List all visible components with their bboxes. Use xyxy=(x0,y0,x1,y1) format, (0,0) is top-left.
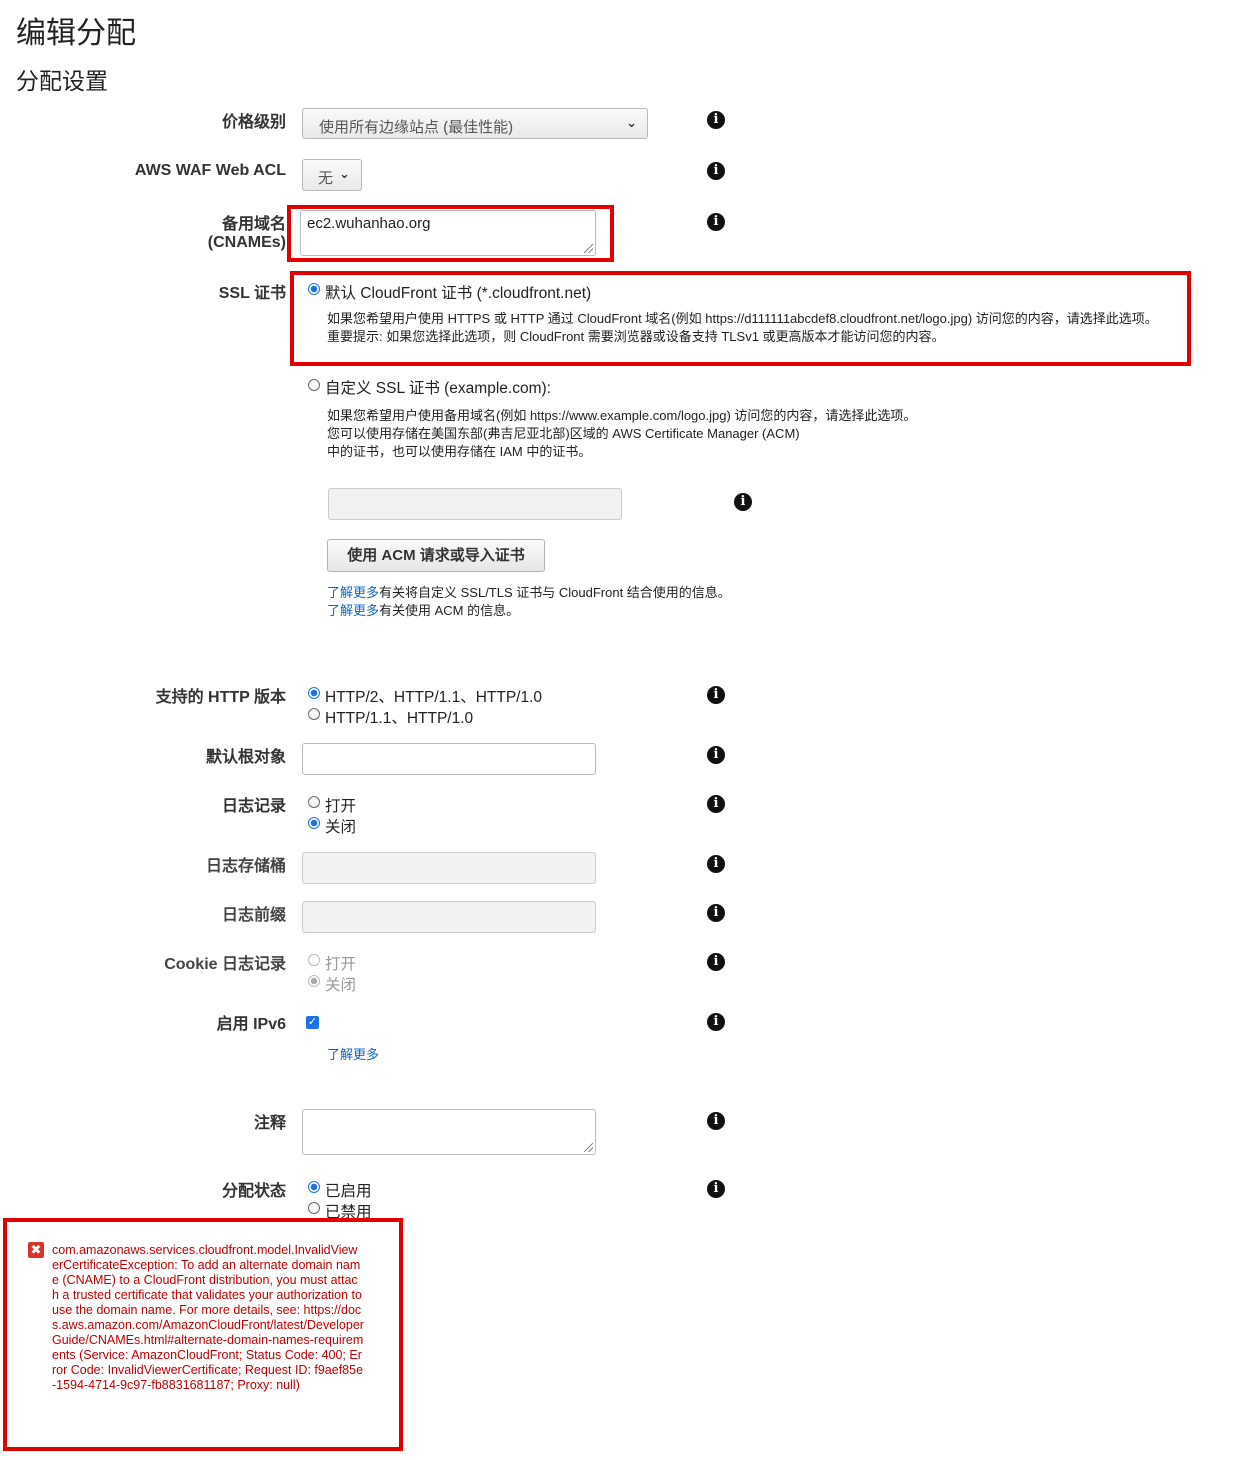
state-enabled-option[interactable]: 已启用 xyxy=(325,1179,372,1201)
info-icon[interactable]: i xyxy=(707,746,725,764)
price-class-label: 价格级别 xyxy=(221,114,286,131)
info-icon[interactable]: i xyxy=(707,795,725,813)
waf-label: AWS WAF Web ACL xyxy=(134,162,286,179)
log-bucket-input[interactable] xyxy=(302,852,596,884)
ssl-custom-desc-line3: 中的证书，也可以使用存储在 IAM 中的证书。 xyxy=(327,444,592,459)
waf-select[interactable]: 无 ⌄ xyxy=(302,159,362,191)
ssl-custom-desc-line1: 如果您希望用户使用备用域名(例如 https://www.example.com… xyxy=(327,408,917,423)
price-class-value: 使用所有边缘站点 (最佳性能) xyxy=(319,119,514,136)
section-title: 分配设置 xyxy=(16,68,108,94)
ssl-default-desc-line2: 重要提示: 如果您选择此选项，则 CloudFront 需要浏览器或设备支持 T… xyxy=(327,329,945,344)
http-version-label: 支持的 HTTP 版本 xyxy=(155,689,286,706)
info-icon[interactable]: i xyxy=(707,111,725,129)
cookie-off-option[interactable]: 关闭 xyxy=(325,973,356,995)
waf-value: 无 xyxy=(318,170,334,187)
cookie-on-radio[interactable] xyxy=(308,954,320,966)
learn-more-link[interactable]: 了解更多 xyxy=(327,603,379,618)
state-enabled-radio[interactable] xyxy=(308,1181,320,1193)
cnames-label-line1: 备用域名 xyxy=(221,216,286,233)
ipv6-label: 启用 IPv6 xyxy=(216,1016,286,1033)
log-bucket-label: 日志存储桶 xyxy=(205,858,286,875)
info-icon[interactable]: i xyxy=(707,855,725,873)
logging-off-option[interactable]: 关闭 xyxy=(325,815,356,837)
logging-off-radio[interactable] xyxy=(308,817,320,829)
ssl-default-desc-line1: 如果您希望用户使用 HTTPS 或 HTTP 通过 CloudFront 域名(… xyxy=(327,311,1158,326)
ssl-certificate-input[interactable] xyxy=(328,488,622,520)
learn-more-acm-text: 有关使用 ACM 的信息。 xyxy=(379,603,520,618)
ssl-custom-option[interactable]: 自定义 SSL 证书 (example.com): xyxy=(325,376,551,398)
logging-on-option[interactable]: 打开 xyxy=(325,794,356,816)
cookie-on-option[interactable]: 打开 xyxy=(325,952,356,974)
cookie-off-radio[interactable] xyxy=(308,975,320,987)
log-prefix-label: 日志前缀 xyxy=(221,907,286,924)
logging-on-radio[interactable] xyxy=(308,796,320,808)
info-icon[interactable]: i xyxy=(707,686,725,704)
info-icon[interactable]: i xyxy=(707,1180,725,1198)
learn-more-ssl-text: 有关将自定义 SSL/TLS 证书与 CloudFront 结合使用的信息。 xyxy=(379,585,731,600)
info-icon[interactable]: i xyxy=(734,493,752,511)
ipv6-checkbox[interactable]: ✓ xyxy=(306,1016,319,1029)
resize-grip-icon[interactable] xyxy=(584,1143,593,1152)
comment-textarea[interactable] xyxy=(302,1109,596,1155)
price-class-select[interactable]: 使用所有边缘站点 (最佳性能) ⌄ xyxy=(302,108,648,139)
error-x-icon: ✖ xyxy=(28,1242,44,1258)
ssl-custom-desc-line2: 您可以使用存储在美国东部(弗吉尼亚北部)区域的 AWS Certificate … xyxy=(327,426,800,441)
http2-option[interactable]: HTTP/2、HTTP/1.1、HTTP/1.0 xyxy=(325,685,542,707)
cnames-label-line2: (CNAMEs) xyxy=(207,234,286,251)
info-icon[interactable]: i xyxy=(707,953,725,971)
learn-more-acm-row: 了解更多有关使用 ACM 的信息。 xyxy=(327,602,519,620)
state-label: 分配状态 xyxy=(221,1183,286,1200)
default-root-input[interactable] xyxy=(302,743,596,775)
ssl-default-radio[interactable] xyxy=(308,283,320,295)
logging-label: 日志记录 xyxy=(221,798,286,815)
chevron-down-icon: ⌄ xyxy=(626,115,637,130)
ssl-custom-radio[interactable] xyxy=(308,379,320,391)
comment-label: 注释 xyxy=(253,1115,286,1132)
acm-request-button[interactable]: 使用 ACM 请求或导入证书 xyxy=(327,539,545,572)
info-icon[interactable]: i xyxy=(707,1112,725,1130)
cookie-logging-label: Cookie 日志记录 xyxy=(164,956,286,973)
default-root-label: 默认根对象 xyxy=(205,749,286,766)
learn-more-ssl-row: 了解更多有关将自定义 SSL/TLS 证书与 CloudFront 结合使用的信… xyxy=(327,584,731,602)
page-title: 编辑分配 xyxy=(16,17,136,50)
log-prefix-input[interactable] xyxy=(302,901,596,933)
chevron-down-icon: ⌄ xyxy=(339,166,350,181)
http11-radio[interactable] xyxy=(308,708,320,720)
info-icon[interactable]: i xyxy=(707,1013,725,1031)
http11-option[interactable]: HTTP/1.1、HTTP/1.0 xyxy=(325,706,473,728)
info-icon[interactable]: i xyxy=(707,904,725,922)
ipv6-learn-more-link[interactable]: 了解更多 xyxy=(327,1046,379,1064)
cnames-value: ec2.wuhanhao.org xyxy=(307,215,431,232)
ssl-default-option[interactable]: 默认 CloudFront 证书 (*.cloudfront.net) xyxy=(325,281,591,303)
error-message: com.amazonaws.services.cloudfront.model.… xyxy=(52,1243,364,1392)
cnames-textarea[interactable]: ec2.wuhanhao.org xyxy=(300,210,596,256)
resize-grip-icon[interactable] xyxy=(584,244,593,253)
learn-more-link[interactable]: 了解更多 xyxy=(327,585,379,600)
state-disabled-radio[interactable] xyxy=(308,1202,320,1214)
info-icon[interactable]: i xyxy=(707,162,725,180)
http2-radio[interactable] xyxy=(308,687,320,699)
ssl-label: SSL 证书 xyxy=(218,285,286,302)
info-icon[interactable]: i xyxy=(707,213,725,231)
